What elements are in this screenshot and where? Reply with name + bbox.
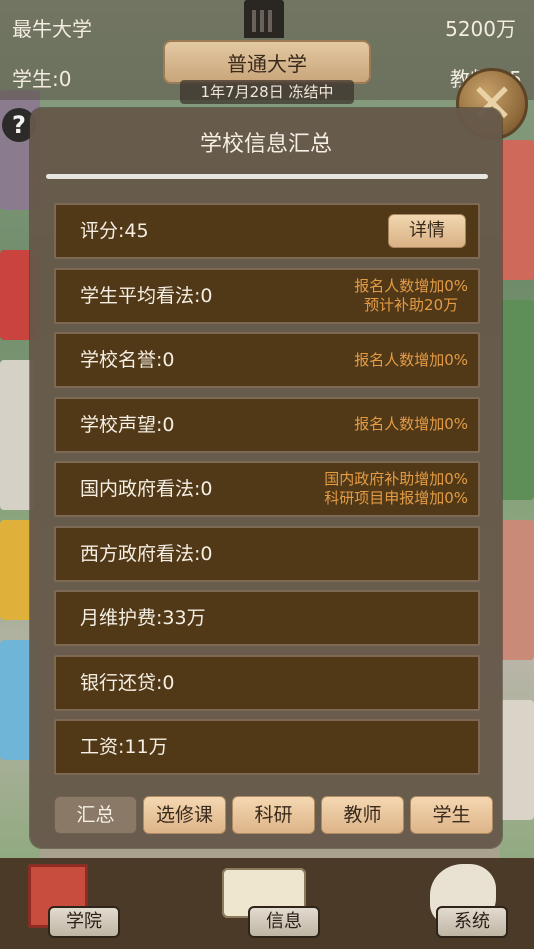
- date-status: 1年7月28日 冻结中: [180, 80, 354, 104]
- nav-system-label: 系统: [436, 906, 508, 938]
- row-label: 国内政府看法:0: [80, 478, 213, 500]
- university-level: 普通大学: [227, 51, 307, 76]
- row-label: 月维护费:33万: [80, 607, 206, 629]
- info-row-prestige: 学校声望:0 报名人数增加0%: [54, 396, 480, 453]
- row-note: 国内政府补助增加0% 科研项目申报增加0%: [324, 463, 468, 515]
- school-building-icon: [244, 0, 284, 38]
- info-row-score: 评分:45 详情: [54, 203, 480, 259]
- row-note: 报名人数增加0% 预计补助20万: [354, 270, 468, 322]
- building: [500, 140, 534, 280]
- info-row-student-opinion: 学生平均看法:0 报名人数增加0% 预计补助20万: [54, 267, 480, 324]
- tab-students[interactable]: 学生: [410, 796, 493, 834]
- panel-title: 学校信息汇总: [199, 132, 332, 157]
- info-row-western-government: 西方政府看法:0: [54, 525, 480, 582]
- row-note: 报名人数增加0%: [354, 334, 468, 386]
- info-row-domestic-government: 国内政府看法:0 国内政府补助增加0% 科研项目申报增加0%: [54, 461, 480, 517]
- building: [500, 520, 534, 660]
- panel-tabs: 汇总 选修课 科研 教师 学生: [54, 796, 494, 836]
- row-note: 报名人数增加0%: [354, 399, 468, 451]
- money-display: 5200万: [445, 17, 516, 41]
- student-count: 学生:0: [12, 67, 72, 91]
- row-label: 工资:11万: [80, 736, 168, 758]
- tab-teachers[interactable]: 教师: [321, 796, 404, 834]
- title-divider: [46, 174, 488, 179]
- info-row-salary: 工资:11万: [54, 719, 480, 775]
- info-row-bank-loan: 银行还贷:0: [54, 654, 480, 711]
- tab-electives[interactable]: 选修课: [143, 796, 226, 834]
- university-level-ribbon: 普通大学: [163, 40, 371, 84]
- info-row-reputation: 学校名誉:0 报名人数增加0%: [54, 332, 480, 388]
- school-info-panel: 学校信息汇总 评分:45 详情 学生平均看法:0 报名人数增加0% 预计补助20…: [30, 108, 502, 848]
- row-label: 评分:45: [80, 220, 149, 242]
- row-label: 银行还贷:0: [80, 671, 175, 694]
- row-note-line: 报名人数增加0%: [354, 276, 468, 295]
- shop: [500, 700, 534, 820]
- row-note-line: 预计补助20万: [364, 295, 459, 314]
- building: [0, 360, 34, 510]
- sports-field: [500, 300, 534, 500]
- info-row-maintenance: 月维护费:33万: [54, 590, 480, 646]
- row-note-line: 国内政府补助增加0%: [324, 470, 468, 488]
- nav-college-label: 学院: [48, 906, 120, 938]
- row-label: 学校声望:0: [80, 413, 175, 436]
- row-note-line: 科研项目申报增加0%: [324, 489, 468, 507]
- bottom-nav: 学院 信息 系统: [0, 858, 534, 949]
- tab-summary[interactable]: 汇总: [54, 796, 137, 834]
- nav-info[interactable]: 信息: [208, 858, 328, 949]
- tab-research[interactable]: 科研: [232, 796, 315, 834]
- nav-system[interactable]: 系统: [410, 858, 530, 949]
- row-label: 西方政府看法:0: [80, 542, 213, 565]
- row-note-line: 报名人数增加0%: [354, 350, 468, 369]
- details-button[interactable]: 详情: [388, 214, 466, 248]
- row-note-line: 报名人数增加0%: [354, 415, 468, 433]
- nav-info-label: 信息: [248, 906, 320, 938]
- nav-college[interactable]: 学院: [20, 858, 140, 949]
- row-label: 学校名誉:0: [80, 349, 175, 371]
- info-rows: 评分:45 详情 学生平均看法:0 报名人数增加0% 预计补助20万 学校名誉:…: [54, 203, 480, 784]
- row-label: 学生平均看法:0: [80, 284, 213, 307]
- university-name: 最牛大学: [12, 17, 92, 41]
